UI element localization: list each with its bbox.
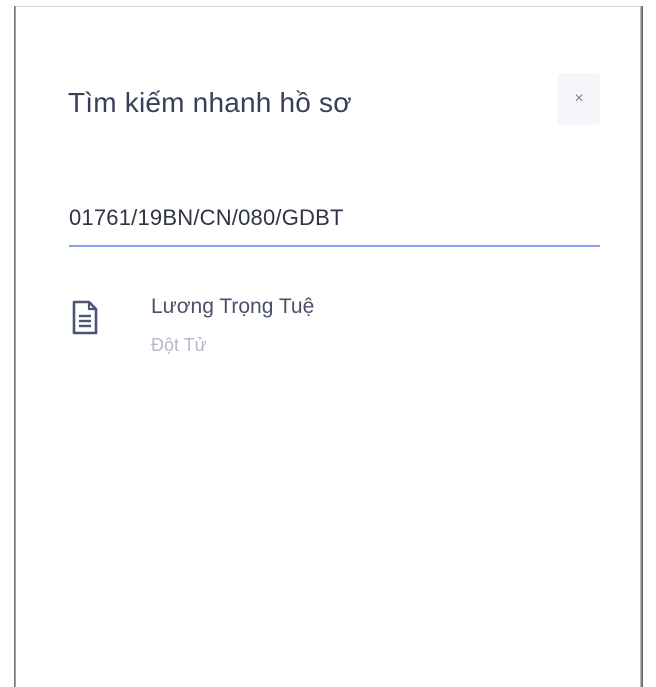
close-icon: ×	[574, 90, 584, 107]
result-subtitle: Đột Tử	[151, 335, 207, 355]
search-input[interactable]	[69, 193, 600, 243]
search-field	[69, 193, 600, 247]
screen: Tìm kiếm nhanh hồ sơ × Lương Trọng Tuệ Đ…	[0, 0, 656, 687]
quick-search-dialog: Tìm kiếm nhanh hồ sơ × Lương Trọng Tuệ Đ…	[16, 7, 640, 687]
result-title: Lương Trọng Tuệ	[151, 295, 315, 318]
document-icon	[72, 300, 98, 335]
search-result-item[interactable]: Lương Trọng Tuệ Đột Tử	[69, 287, 600, 367]
dialog-title: Tìm kiếm nhanh hồ sơ	[68, 87, 352, 118]
window-right-edge	[640, 6, 643, 687]
close-button[interactable]: ×	[558, 73, 600, 125]
